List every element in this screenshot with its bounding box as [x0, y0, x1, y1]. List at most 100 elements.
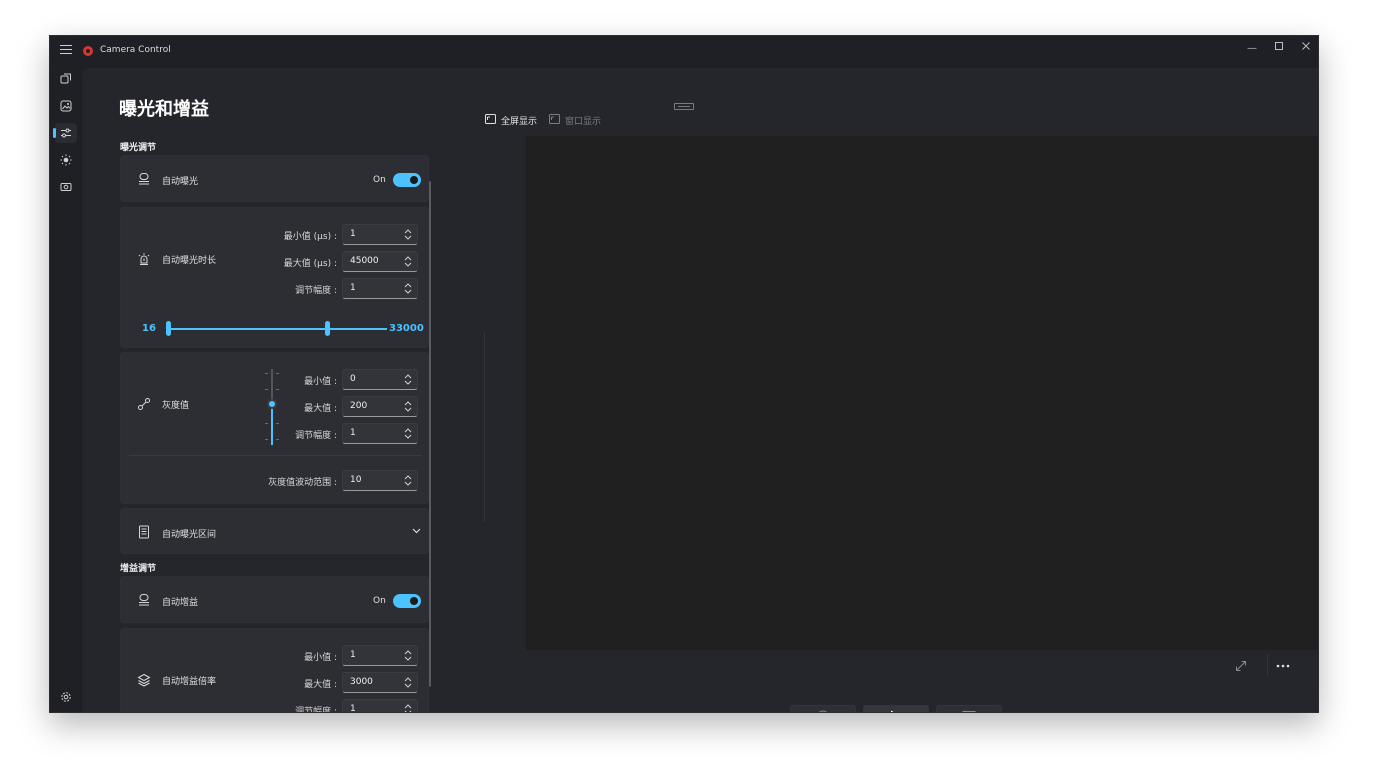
gray-max-input[interactable]: 200	[342, 396, 418, 417]
sidebar-item-gallery[interactable]	[55, 69, 77, 89]
drag-handle-icon[interactable]	[674, 103, 694, 110]
photo-library-icon	[60, 73, 71, 84]
settings-button[interactable]	[55, 687, 77, 707]
title-bar: Camera Control —	[50, 36, 1318, 68]
exposure-max-input[interactable]: 45000	[342, 251, 418, 272]
range-slider-high-thumb[interactable]	[325, 321, 330, 336]
gain-step-value: 1	[350, 704, 356, 713]
card-divider	[129, 455, 422, 456]
spinner-icon[interactable]	[404, 677, 412, 688]
hamburger-menu-icon[interactable]	[60, 45, 72, 57]
sliders-icon	[61, 128, 71, 138]
max-us-label: 最大值 (μs) :	[283, 259, 337, 269]
range-slider-low-thumb[interactable]	[166, 321, 171, 336]
region-list-icon	[139, 525, 149, 539]
gear-icon	[61, 692, 71, 702]
camera-frame-icon	[60, 183, 72, 191]
spinner-icon[interactable]	[404, 401, 412, 412]
auto-gain-label: 自动增益	[162, 598, 199, 608]
gray-min-value: 0	[350, 374, 356, 384]
gray-min-label: 最小值 :	[304, 377, 337, 387]
main-content: 曝光和增益 曝光调节 自动曝光 On 自动曝光时长 最小值 (μs) : 1 最…	[82, 68, 1318, 713]
slider-tick	[265, 373, 268, 374]
image-icon	[60, 100, 72, 112]
gray-step-input[interactable]: 1	[342, 423, 418, 444]
snapshot-button[interactable]	[936, 705, 1002, 712]
range-high-value: 33000	[389, 323, 424, 334]
gray-fluct-input[interactable]: 10	[342, 470, 418, 491]
sidebar	[50, 68, 82, 712]
gain-icon	[139, 594, 149, 606]
auto-exposure-toggle[interactable]	[393, 173, 421, 187]
exposure-min-value: 1	[350, 229, 356, 239]
app-logo-icon	[83, 46, 93, 56]
gray-value-label: 灰度值	[162, 401, 190, 411]
toolbar-divider	[1267, 654, 1268, 676]
record-icon	[818, 710, 828, 712]
page-title: 曝光和增益	[119, 99, 209, 120]
step-label: 调节幅度 :	[295, 286, 337, 296]
auto-gain-state: On	[373, 596, 386, 606]
auto-exposure-card: 自动曝光 On	[120, 155, 429, 202]
gray-min-input[interactable]: 0	[342, 369, 418, 390]
spinner-icon[interactable]	[404, 229, 412, 240]
sidebar-item-brightness[interactable]	[55, 150, 77, 170]
range-slider-track[interactable]	[167, 328, 387, 330]
spinner-icon[interactable]	[404, 650, 412, 661]
spinner-icon[interactable]	[404, 374, 412, 385]
exposure-step-input[interactable]: 1	[342, 278, 418, 299]
spinner-icon[interactable]	[404, 704, 412, 713]
record-button[interactable]	[790, 705, 856, 712]
auto-gain-card: 自动增益 On	[120, 576, 429, 623]
more-options-icon[interactable]	[1276, 664, 1290, 668]
gain-max-input[interactable]: 3000	[342, 672, 418, 693]
auto-exposure-time-card: 自动曝光时长 最小值 (μs) : 1 最大值 (μs) : 45000 调节幅…	[120, 207, 429, 348]
settings-scrollbar[interactable]	[429, 181, 431, 687]
gray-max-value: 200	[350, 401, 368, 411]
sidebar-item-frame[interactable]	[55, 177, 77, 197]
chevron-down-icon[interactable]	[412, 528, 421, 534]
gain-section-title: 增益调节	[120, 564, 157, 574]
exposure-min-input[interactable]: 1	[342, 224, 418, 245]
camera-preview[interactable]	[526, 136, 1318, 650]
spinner-icon[interactable]	[404, 256, 412, 267]
slider-tick	[276, 389, 279, 390]
gain-max-value: 3000	[350, 677, 373, 687]
tab-fullscreen[interactable]: 全屏显示	[501, 114, 537, 127]
active-indicator	[53, 128, 56, 138]
layers-icon	[137, 673, 151, 687]
slider-tick	[265, 423, 268, 424]
auto-gain-rate-label: 自动增益倍率	[162, 677, 217, 687]
close-icon	[1302, 42, 1310, 50]
slider-tick	[265, 439, 268, 440]
tab-window[interactable]: 窗口显示	[565, 114, 601, 127]
auto-exposure-region-label: 自动曝光区间	[162, 530, 217, 540]
window-display-icon	[549, 114, 560, 124]
slider-tick	[276, 423, 279, 424]
maximize-button[interactable]	[1271, 41, 1287, 57]
play-button[interactable]	[863, 705, 929, 712]
gain-step-label: 调节幅度 :	[295, 707, 337, 713]
close-button[interactable]	[1298, 41, 1314, 57]
spinner-icon[interactable]	[404, 475, 412, 486]
min-us-label: 最小值 (μs) :	[283, 232, 337, 242]
auto-gain-toggle[interactable]	[393, 594, 421, 608]
spinner-icon[interactable]	[404, 283, 412, 294]
gain-min-label: 最小值 :	[304, 653, 337, 663]
gray-step-value: 1	[350, 428, 356, 438]
expand-icon[interactable]	[1235, 660, 1247, 672]
auto-exposure-time-label: 自动曝光时长	[162, 256, 217, 266]
gain-min-value: 1	[350, 650, 356, 660]
sidebar-item-exposure-gain[interactable]	[53, 123, 77, 143]
maximize-icon	[1275, 42, 1283, 50]
gain-step-input[interactable]: 1	[342, 699, 418, 713]
gain-min-input[interactable]: 1	[342, 645, 418, 666]
brightness-icon	[60, 154, 72, 166]
sidebar-item-image[interactable]	[55, 96, 77, 116]
spinner-icon[interactable]	[404, 428, 412, 439]
auto-exposure-region-expander[interactable]: 自动曝光区间	[120, 508, 429, 554]
minimize-button[interactable]: —	[1244, 41, 1260, 57]
app-title: Camera Control	[100, 45, 171, 55]
gray-max-label: 最大值 :	[304, 404, 337, 414]
pane-splitter[interactable]	[484, 332, 485, 522]
